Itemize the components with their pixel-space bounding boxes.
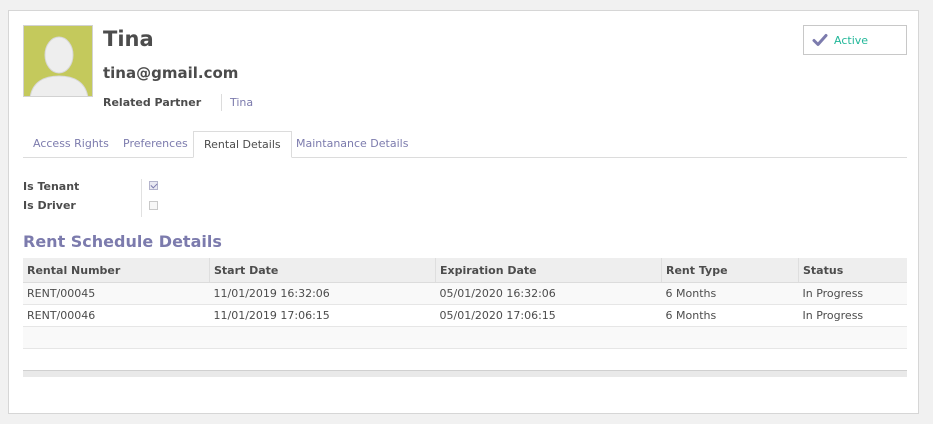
rent-schedule-title: Rent Schedule Details xyxy=(23,232,222,251)
cell-rent-type: 6 Months xyxy=(661,282,799,305)
check-icon xyxy=(812,34,828,46)
is-driver-label: Is Driver xyxy=(23,199,76,212)
is-driver-checkbox[interactable] xyxy=(149,201,158,210)
table-header-row: Rental Number Start Date Expiration Date… xyxy=(23,258,907,283)
tab-maintanance-details[interactable]: Maintanance Details xyxy=(286,131,418,157)
related-partner-label: Related Partner xyxy=(103,96,202,109)
cell-status: In Progress xyxy=(798,282,907,305)
column-header-expiration-date[interactable]: Expiration Date xyxy=(435,258,662,283)
cell-rental-number: RENT/00045 xyxy=(23,282,210,305)
field-divider xyxy=(221,94,222,111)
record-email: tina@gmail.com xyxy=(103,64,239,82)
table-row[interactable]: RENT/00045 11/01/2019 16:32:06 05/01/202… xyxy=(23,282,907,305)
person-silhouette-icon xyxy=(24,26,92,96)
cell-start-date: 11/01/2019 17:06:15 xyxy=(209,304,436,327)
table-row[interactable]: RENT/00046 11/01/2019 17:06:15 05/01/202… xyxy=(23,304,907,327)
is-tenant-checkbox[interactable] xyxy=(149,181,158,190)
cell-start-date: 11/01/2019 16:32:06 xyxy=(209,282,436,305)
tab-rental-details[interactable]: Rental Details xyxy=(193,131,292,158)
column-header-status[interactable]: Status xyxy=(798,258,907,283)
field-divider xyxy=(141,179,142,217)
related-partner-link[interactable]: Tina xyxy=(230,96,253,109)
is-tenant-label: Is Tenant xyxy=(23,180,80,193)
column-header-start-date[interactable]: Start Date xyxy=(209,258,436,283)
active-label: Active xyxy=(834,33,869,47)
cell-rent-type: 6 Months xyxy=(661,304,799,327)
column-header-rental-number[interactable]: Rental Number xyxy=(23,258,210,283)
cell-status: In Progress xyxy=(798,304,907,327)
column-header-rent-type[interactable]: Rent Type xyxy=(661,258,799,283)
table-footer xyxy=(23,370,907,377)
record-name: Tina xyxy=(103,27,154,51)
avatar[interactable] xyxy=(23,25,93,97)
tab-access-rights[interactable]: Access Rights xyxy=(23,131,119,157)
empty-row xyxy=(23,326,907,349)
notebook-tabs: Access Rights Preferences Rental Details… xyxy=(23,131,907,158)
form-sheet: Tina tina@gmail.com Related Partner Tina… xyxy=(8,10,919,414)
tab-preferences[interactable]: Preferences xyxy=(113,131,198,157)
cell-rental-number: RENT/00046 xyxy=(23,304,210,327)
cell-expiration-date: 05/01/2020 17:06:15 xyxy=(435,304,662,327)
active-toggle-button[interactable]: Active xyxy=(803,25,907,55)
rent-schedule-table: Rental Number Start Date Expiration Date… xyxy=(23,258,907,349)
cell-expiration-date: 05/01/2020 16:32:06 xyxy=(435,282,662,305)
